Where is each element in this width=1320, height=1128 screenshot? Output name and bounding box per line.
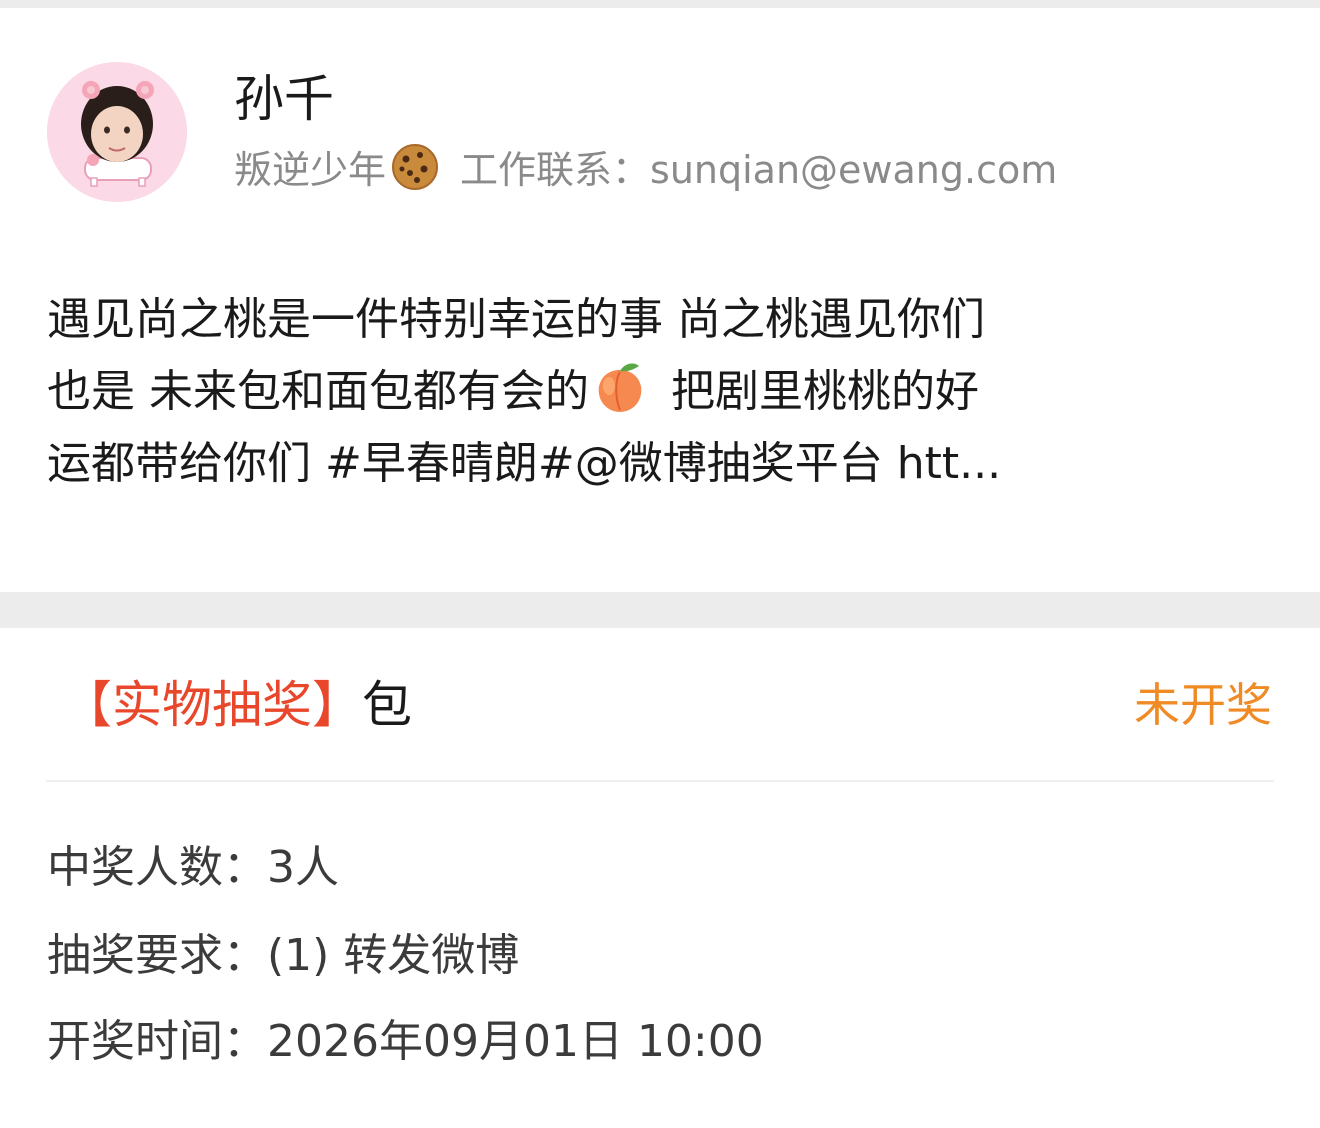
lottery-type-tag: 【实物抽奖】 bbox=[62, 676, 362, 734]
requirement-row: 抽奖要求：(1) 转发微博 bbox=[47, 926, 519, 986]
contact-email: sunqian@ewang.com bbox=[650, 148, 1058, 192]
cookie-icon bbox=[390, 142, 440, 192]
lottery-status-badge: 未开奖 bbox=[1134, 678, 1272, 732]
post-content: 遇见尚之桃是一件特别幸运的事 尚之桃遇见你们 也是 未来包和面包都有会的 把剧里… bbox=[47, 284, 1277, 500]
post-line: 也是 未来包和面包都有会的 把剧里桃桃的好 bbox=[47, 356, 1277, 428]
peach-icon bbox=[591, 358, 649, 416]
winners-label: 中奖人数： bbox=[47, 842, 267, 893]
post-line[interactable]: 运都带给你们 #早春晴朗#@微博抽奖平台 htt... bbox=[47, 428, 1277, 500]
draw-time-value: 2026年09月01日 10:00 bbox=[267, 1016, 764, 1067]
top-divider-strip bbox=[0, 0, 1320, 8]
draw-time-row: 开奖时间：2026年09月01日 10:00 bbox=[47, 1012, 764, 1072]
weibo-lottery-page: 孙千 叛逆少年 工作联系：sunqian@ewang.com 遇见尚之桃是一件特… bbox=[0, 0, 1320, 1128]
post-line-segment: 把剧里桃桃的好 bbox=[671, 366, 979, 417]
lottery-divider bbox=[46, 780, 1274, 782]
post-line: 遇见尚之桃是一件特别幸运的事 尚之桃遇见你们 bbox=[47, 294, 985, 345]
post-card: 孙千 叛逆少年 工作联系：sunqian@ewang.com 遇见尚之桃是一件特… bbox=[0, 8, 1320, 592]
bio-text: 叛逆少年 bbox=[234, 148, 387, 192]
post-line-segment: 也是 未来包和面包都有会的 bbox=[47, 366, 589, 417]
user-bio: 叛逆少年 工作联系：sunqian@ewang.com bbox=[234, 142, 1057, 198]
lottery-prize: 包 bbox=[362, 676, 412, 734]
winners-row: 中奖人数：3人 bbox=[47, 838, 339, 898]
lottery-card: 【实物抽奖】包 未开奖 中奖人数：3人 抽奖要求：(1) 转发微博 开奖时间：2… bbox=[0, 628, 1320, 1128]
username[interactable]: 孙千 bbox=[234, 66, 334, 132]
requirement-value: (1) 转发微博 bbox=[267, 930, 520, 981]
contact-label: 工作联系： bbox=[460, 148, 651, 192]
avatar[interactable] bbox=[47, 62, 187, 202]
requirement-label: 抽奖要求： bbox=[47, 930, 267, 981]
draw-time-label: 开奖时间： bbox=[47, 1016, 267, 1067]
section-divider bbox=[0, 592, 1320, 628]
lottery-title: 【实物抽奖】包 bbox=[62, 672, 412, 738]
avatar-image bbox=[47, 62, 187, 202]
winners-value: 3人 bbox=[267, 842, 339, 893]
